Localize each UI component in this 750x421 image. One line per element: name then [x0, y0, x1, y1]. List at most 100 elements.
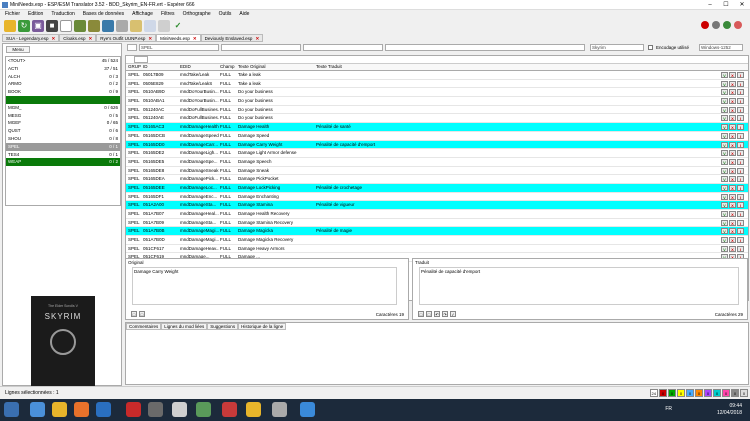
table-icon[interactable]	[130, 19, 142, 32]
table-row[interactable]: SPEL 051A7B0B mndDamageMagi... FULL Damage M…	[126, 227, 748, 237]
status-badge[interactable]: 0	[668, 389, 676, 397]
validate-button[interactable]: V	[721, 245, 728, 252]
table-row[interactable]: SPEL 05165DE2 mndDamageLigh... FULL Damage L…	[126, 149, 748, 158]
app-icon[interactable]	[222, 402, 237, 417]
status-badge[interactable]: 24	[649, 389, 658, 397]
category-item[interactable]	[6, 95, 120, 104]
app-icon[interactable]	[272, 402, 287, 417]
reject-button[interactable]: X	[729, 124, 736, 131]
info-button[interactable]: I	[737, 245, 744, 252]
file-tab[interactable]: Cloaks.esp ✕	[59, 34, 97, 42]
table-row[interactable]: SPEL 05165DEE mndDamageLoc... FULL Damage Lo…	[126, 183, 748, 193]
translator-icon[interactable]	[300, 402, 315, 417]
file-tab[interactable]: MiniNeeds.esp ✕	[156, 34, 201, 42]
validate-button[interactable]: V	[721, 219, 728, 226]
table-row[interactable]: SPEL 051CF617 mndDamageHeav... FULL Damage H…	[126, 245, 748, 254]
reject-button[interactable]: X	[729, 98, 736, 105]
menu-item[interactable]: Fichier	[5, 10, 20, 18]
category-item[interactable]: QUST 0 / 6	[6, 127, 120, 135]
info-button[interactable]: I	[737, 141, 744, 148]
table-row[interactable]: SPEL 051A7B07 mndDamageHeal... FULL Damage H…	[126, 210, 748, 219]
info-button[interactable]: I	[737, 237, 744, 244]
info-button[interactable]: I	[737, 228, 744, 235]
edid-filter-input[interactable]	[303, 44, 383, 51]
copy-icon[interactable]: □	[418, 311, 424, 317]
media-icon[interactable]	[96, 402, 111, 417]
close-tab-icon[interactable]: ✕	[89, 35, 93, 41]
info-button[interactable]: I	[737, 167, 744, 174]
save-icon[interactable]: ▣	[32, 19, 44, 32]
category-item[interactable]: ACTI 37 / 51	[6, 65, 120, 73]
validate-button[interactable]: V	[721, 115, 728, 122]
status-badge[interactable]: 0	[713, 389, 721, 397]
validate-button[interactable]: V	[721, 176, 728, 183]
chrome-icon[interactable]	[52, 402, 67, 417]
status-badge[interactable]: 0	[704, 389, 712, 397]
encoding-checkbox[interactable]	[648, 45, 653, 50]
menu-button[interactable]: Menu	[6, 46, 30, 53]
menu-item[interactable]: Bases de données	[83, 10, 124, 18]
original-text[interactable]: Damage Carry Weight	[132, 267, 397, 305]
validate-button[interactable]: V	[721, 150, 728, 157]
status-badge[interactable]: 0	[740, 389, 748, 397]
reject-button[interactable]: X	[729, 132, 736, 139]
category-item[interactable]: <TOUT> 45 / 524	[6, 57, 120, 65]
category-item[interactable]: WEAP 0 / 2	[6, 158, 120, 167]
text-filter-input[interactable]	[385, 44, 585, 51]
column-header[interactable]: ID	[143, 64, 148, 69]
refresh-icon[interactable]: ↻	[18, 19, 30, 32]
validate-button[interactable]: V	[721, 89, 728, 96]
file-tab[interactable]: Rye's Outfit UUNP.esp ✕	[96, 34, 157, 42]
app-icon[interactable]	[148, 402, 163, 417]
reject-button[interactable]: X	[729, 202, 736, 209]
table-row[interactable]: SPEL 05165DF1 mndDamageEnc... FULL Damage En…	[126, 193, 748, 202]
firefox-icon[interactable]	[74, 402, 89, 417]
info-button[interactable]: I	[737, 80, 744, 87]
info-button[interactable]: I	[737, 176, 744, 183]
column-header[interactable]: Texte Traduit	[316, 64, 342, 69]
status-badge[interactable]: 0	[695, 389, 703, 397]
file-tab[interactable]: Deviously Enslaved.esp ✕	[200, 34, 264, 42]
table-row[interactable]: SPEL 051A7B0D mndDamageMagi... FULL Damage M…	[126, 236, 748, 245]
info-button[interactable]: I	[737, 202, 744, 209]
app-icon[interactable]	[196, 402, 211, 417]
database-icon[interactable]	[116, 19, 128, 32]
validate-button[interactable]: V	[721, 193, 728, 200]
menu-item[interactable]: Outils	[219, 10, 232, 18]
maximize-button[interactable]: ☐	[718, 0, 734, 10]
reject-button[interactable]: X	[729, 184, 736, 191]
clock[interactable]: 09:44 12/04/2018	[717, 403, 742, 417]
table-row[interactable]: SPEL 051A7B09 mndDamageSta... FULL Damage St…	[126, 219, 748, 228]
reject-button[interactable]: X	[729, 245, 736, 252]
info-button[interactable]: I	[737, 72, 744, 78]
reject-button[interactable]: X	[729, 106, 736, 113]
status-badge[interactable]: 0	[686, 389, 694, 397]
reject-button[interactable]: X	[729, 237, 736, 244]
reject-button[interactable]: X	[729, 219, 736, 226]
menu-item[interactable]: Aide	[239, 10, 249, 18]
menu-item[interactable]: Traduction	[51, 10, 74, 18]
validate-button[interactable]: V	[721, 202, 728, 209]
translate-icon[interactable]	[144, 19, 156, 32]
reject-button[interactable]: X	[729, 141, 736, 148]
language-indicator[interactable]: FR	[665, 406, 672, 412]
validate-button[interactable]: V	[721, 98, 728, 105]
game-select[interactable]: Skyrim	[590, 44, 644, 51]
comment-tab[interactable]: Suggestions	[207, 323, 239, 330]
reject-button[interactable]: X	[729, 211, 736, 217]
info-button[interactable]: I	[737, 184, 744, 191]
category-item[interactable]: SPEL 0 / 1	[6, 142, 120, 151]
reject-button[interactable]: X	[729, 193, 736, 200]
encoding-select[interactable]: Windows-1252	[699, 44, 743, 51]
category-item[interactable]: MGEF 0 / 65	[6, 119, 120, 127]
status-badge[interactable]: 0	[731, 389, 739, 397]
table-row[interactable]: SPEL 0510AB9D mndDoYourBusin... FULL Do your…	[126, 88, 748, 98]
reject-button[interactable]: X	[729, 176, 736, 183]
close-tab-icon[interactable]: ✕	[193, 35, 197, 41]
menu-item[interactable]: Edition	[28, 10, 43, 18]
validate-button[interactable]: V	[721, 167, 728, 174]
validate-button[interactable]: V	[721, 228, 728, 235]
reject-button[interactable]: X	[729, 72, 736, 78]
info-button[interactable]: I	[737, 89, 744, 96]
reject-button[interactable]: X	[729, 167, 736, 174]
